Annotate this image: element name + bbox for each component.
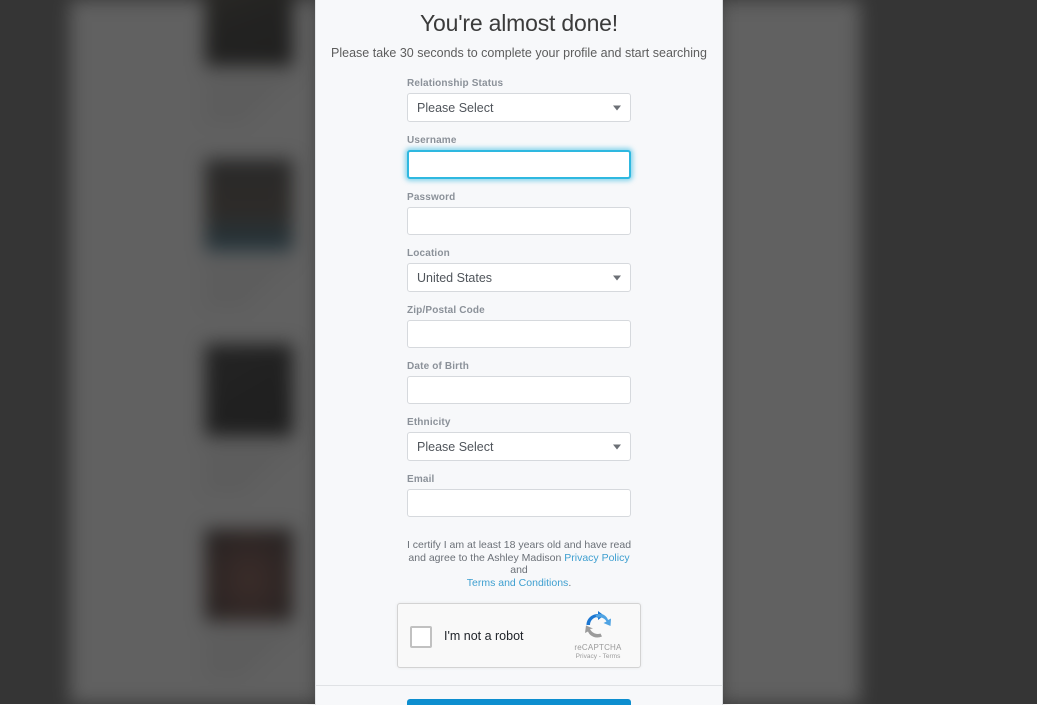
certify-period: . [568, 577, 571, 589]
date-of-birth-label: Date of Birth [407, 361, 631, 372]
location-select[interactable]: United States [407, 263, 631, 292]
certify-line-1: I certify I am at least 18 years old and… [407, 539, 631, 551]
recaptcha-checkbox[interactable] [410, 626, 432, 648]
field-relationship-status: Relationship Status Please Select [407, 78, 631, 122]
location-label: Location [407, 248, 631, 259]
password-input[interactable] [407, 207, 631, 235]
relationship-status-selected-value: Please Select [417, 101, 493, 115]
location-selected-value: United States [417, 271, 492, 285]
username-text-input[interactable] [409, 152, 629, 177]
ethnicity-label: Ethnicity [407, 417, 631, 428]
certify-line-2-suffix: and [510, 564, 528, 576]
field-password: Password [407, 192, 631, 235]
password-text-input[interactable] [408, 208, 630, 234]
zip-postal-code-label: Zip/Postal Code [407, 305, 631, 316]
field-email: Email [407, 474, 631, 517]
email-input[interactable] [407, 489, 631, 517]
field-date-of-birth: Date of Birth [407, 361, 631, 404]
relationship-status-label: Relationship Status [407, 78, 631, 89]
recaptcha-circular-arrows-icon [582, 610, 614, 642]
field-zip-postal-code: Zip/Postal Code [407, 305, 631, 348]
recaptcha-widget[interactable]: I'm not a robot reCAPTCHA Privacy - Term… [397, 603, 641, 668]
recaptcha-legal-links[interactable]: Privacy - Terms [564, 653, 632, 660]
agree-button[interactable]: I AGREE [407, 699, 631, 705]
chevron-down-icon [613, 105, 621, 110]
profile-completion-modal: You're almost done! Please take 30 secon… [315, 0, 723, 705]
certification-text: I certify I am at least 18 years old and… [405, 539, 633, 589]
recaptcha-brand-name: reCAPTCHA [564, 643, 632, 652]
ethnicity-selected-value: Please Select [417, 440, 493, 454]
zip-postal-code-text-input[interactable] [408, 321, 630, 347]
page-subtitle: Please take 30 seconds to complete your … [316, 46, 722, 60]
field-location: Location United States [407, 248, 631, 292]
email-text-input[interactable] [408, 490, 630, 516]
date-of-birth-input[interactable] [407, 376, 631, 404]
signup-form: Relationship Status Please Select Username… [407, 60, 631, 517]
certify-line-2-prefix: and agree to the Ashley Madison [408, 552, 564, 564]
footer-actions: I AGREE [316, 686, 722, 705]
chevron-down-icon [613, 444, 621, 449]
page-title: You're almost done! [316, 10, 722, 37]
email-label: Email [407, 474, 631, 485]
chevron-down-icon [613, 275, 621, 280]
privacy-policy-link[interactable]: Privacy Policy [564, 552, 629, 564]
password-label: Password [407, 192, 631, 203]
terms-and-conditions-link[interactable]: Terms and Conditions [467, 577, 569, 589]
recaptcha-branding: reCAPTCHA Privacy - Terms [564, 610, 632, 660]
date-of-birth-text-input[interactable] [408, 377, 630, 403]
relationship-status-select[interactable]: Please Select [407, 93, 631, 122]
recaptcha-label: I'm not a robot [444, 629, 524, 643]
zip-postal-code-input[interactable] [407, 320, 631, 348]
field-username: Username [407, 135, 631, 179]
field-ethnicity: Ethnicity Please Select [407, 417, 631, 461]
ethnicity-select[interactable]: Please Select [407, 432, 631, 461]
username-input[interactable] [407, 150, 631, 179]
username-label: Username [407, 135, 631, 146]
